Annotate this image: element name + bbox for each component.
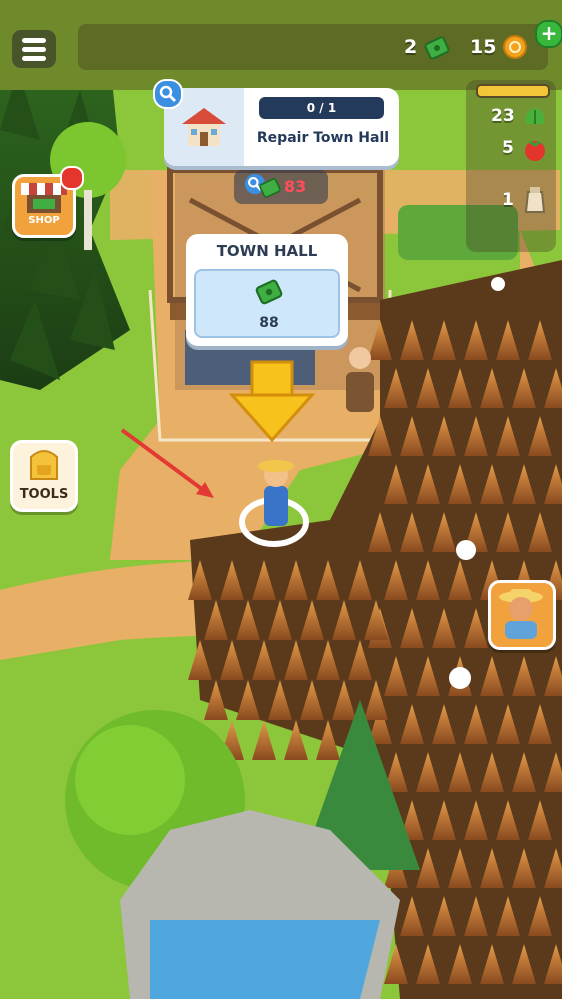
construction-cost-tag[interactable]: 83 bbox=[234, 170, 328, 204]
building-title: TOWN HALL bbox=[216, 242, 318, 260]
tomato-icon bbox=[525, 140, 545, 161]
inventory-panel[interactable]: 23 5 1 bbox=[466, 80, 556, 252]
plus-icon: + bbox=[540, 21, 558, 45]
tools-label: TOOLS bbox=[19, 487, 69, 502]
farmer-avatar-icon bbox=[499, 589, 543, 639]
cash-icon bbox=[423, 34, 451, 66]
cash-icon bbox=[259, 178, 281, 198]
quest-magnify-icon[interactable] bbox=[153, 79, 183, 109]
cash-icon bbox=[255, 279, 283, 305]
notification-badge bbox=[60, 166, 84, 190]
tomato-count: 5 bbox=[502, 138, 514, 158]
add-currency-button[interactable]: + bbox=[535, 20, 562, 48]
quest-progress: 0 / 1 bbox=[259, 97, 384, 119]
backpack-icon bbox=[30, 450, 58, 480]
building-card[interactable]: TOWN HALL 88 bbox=[186, 234, 348, 346]
flour-count: 1 bbox=[502, 190, 514, 210]
hamburger-icon bbox=[22, 38, 46, 43]
character-button[interactable] bbox=[488, 580, 556, 650]
lettuce-icon bbox=[525, 108, 545, 124]
capacity-bar bbox=[476, 84, 550, 98]
building-cost-amount: 88 bbox=[259, 315, 279, 331]
house-icon bbox=[182, 108, 226, 146]
construction-cost-amount: 83 bbox=[284, 177, 307, 196]
lettuce-count: 23 bbox=[491, 106, 515, 126]
coin-icon bbox=[502, 34, 528, 64]
quest-title: Repair Town Hall bbox=[256, 130, 390, 146]
building-cost-panel: 88 bbox=[194, 269, 340, 338]
menu-button[interactable] bbox=[12, 30, 56, 68]
tools-button[interactable]: TOOLS bbox=[10, 440, 78, 512]
flour-sack-icon bbox=[524, 187, 546, 213]
shop-label: SHOP bbox=[28, 215, 60, 226]
cash-count: 2 bbox=[404, 36, 418, 58]
coin-count: 15 bbox=[470, 36, 497, 58]
quest-card[interactable]: 0 / 1 Repair Town Hall bbox=[164, 88, 399, 166]
